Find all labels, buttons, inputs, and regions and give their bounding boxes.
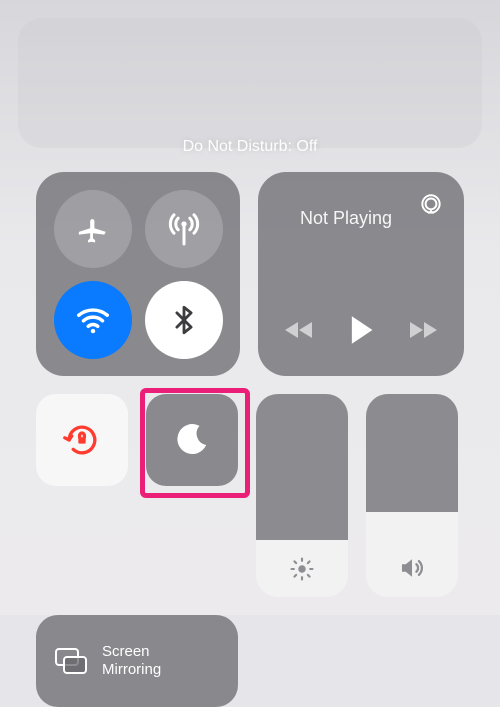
rotation-lock-toggle[interactable] [36,394,128,486]
brightness-slider[interactable] [256,394,348,597]
play-button[interactable] [346,314,376,346]
volume-slider[interactable] [366,394,458,597]
screen-mirroring-button[interactable]: Screen Mirroring [36,615,238,707]
row-3: Screen Mirroring [36,615,464,707]
bluetooth-icon [167,303,201,337]
speaker-icon [397,553,427,583]
wifi-icon [74,301,112,339]
cellular-icon [164,209,204,249]
top-glass-panel [18,18,482,148]
brightness-icon-wrap [256,555,348,583]
media-now-playing-label: Not Playing [258,208,464,229]
screen-mirroring-icon [54,647,88,675]
bluetooth-toggle[interactable] [145,281,223,359]
sun-icon [288,555,316,583]
do-not-disturb-toggle[interactable] [146,394,238,486]
airplane-mode-toggle[interactable] [54,190,132,268]
screen-mirroring-label: Screen Mirroring [102,643,202,679]
moon-icon [172,420,212,460]
media-panel[interactable]: Not Playing [258,172,464,376]
row-1: Not Playing [36,172,464,376]
previous-track-button[interactable] [284,318,316,342]
volume-icon-wrap [366,553,458,583]
rotation-lock-icon [60,418,104,462]
row-2 [36,394,464,597]
volume-track-dark [366,394,458,512]
brightness-track-dark [256,394,348,540]
control-center-grid: Not Playing [36,172,464,707]
status-toast-label: Do Not Disturb: Off [0,138,500,156]
cellular-data-toggle[interactable] [145,190,223,268]
airplane-icon [76,212,110,246]
media-transport-controls [258,314,464,346]
wifi-toggle[interactable] [54,281,132,359]
next-track-button[interactable] [406,318,438,342]
connectivity-panel[interactable] [36,172,240,376]
